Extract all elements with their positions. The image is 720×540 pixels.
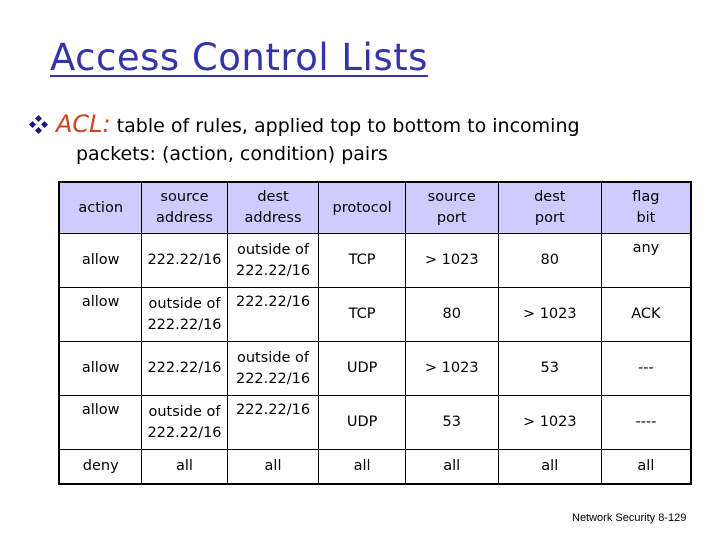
cell-dest-port: > 1023 bbox=[497, 395, 602, 450]
cell-action: deny bbox=[58, 449, 143, 484]
cell-action: allow bbox=[58, 233, 143, 288]
cell-protocol: UDP bbox=[318, 341, 406, 396]
cell-flag-bit: ACK bbox=[600, 287, 692, 342]
cell-source-address: outside of 222.22/16 bbox=[141, 287, 228, 342]
cell-dest-port: all bbox=[497, 449, 602, 484]
cell-action: allow bbox=[58, 395, 143, 450]
cell-dest-address: all bbox=[226, 449, 320, 484]
cell-protocol: UDP bbox=[318, 395, 406, 450]
cell-source-address: all bbox=[141, 449, 228, 484]
cell-source-port: 53 bbox=[404, 395, 499, 450]
table-row: allow outside of 222.22/16 222.22/16 TCP … bbox=[58, 287, 692, 342]
column-header-source-address: source address bbox=[141, 181, 228, 234]
cell-source-port: all bbox=[404, 449, 499, 484]
bullet-text-line1: table of rules, applied top to bottom to… bbox=[110, 115, 580, 137]
cell-source-address: 222.22/16 bbox=[141, 341, 228, 396]
cell-dest-address: outside of 222.22/16 bbox=[226, 341, 320, 396]
cell-dest-port: > 1023 bbox=[497, 287, 602, 342]
column-header-dest-address: dest address bbox=[226, 181, 320, 234]
cell-dest-port: 80 bbox=[497, 233, 602, 288]
cell-action: allow bbox=[58, 341, 143, 396]
slide-footer: Network Security 8-129 bbox=[572, 512, 687, 524]
bullet-text-line2: packets: (action, condition) pairs bbox=[76, 143, 388, 165]
table-header-row: action source address dest address protoco… bbox=[58, 181, 692, 234]
cell-action: allow bbox=[58, 287, 143, 342]
cell-dest-address: outside of 222.22/16 bbox=[226, 233, 320, 288]
cell-protocol: TCP bbox=[318, 233, 406, 288]
acl-term: ACL: bbox=[56, 110, 111, 138]
cell-dest-address: 222.22/16 bbox=[226, 395, 320, 450]
column-header-dest-port: dest port bbox=[497, 181, 602, 234]
table-row: allow 222.22/16 outside of 222.22/16 TCP … bbox=[58, 233, 692, 288]
cell-flag-bit: all bbox=[600, 449, 692, 484]
cell-flag-bit: --- bbox=[600, 341, 692, 396]
cell-flag-bit: ---- bbox=[600, 395, 692, 450]
bullet-point: ACL: table of rules, applied top to bott… bbox=[28, 110, 680, 168]
table-row: allow outside of 222.22/16 222.22/16 UDP … bbox=[58, 395, 692, 450]
cell-dest-port: 53 bbox=[497, 341, 602, 396]
diamond-bullet-icon bbox=[28, 114, 49, 134]
column-header-protocol: protocol bbox=[318, 181, 406, 234]
cell-source-port: > 1023 bbox=[404, 341, 499, 396]
cell-source-address: 222.22/16 bbox=[141, 233, 228, 288]
cell-protocol: TCP bbox=[318, 287, 406, 342]
cell-flag-bit: any bbox=[600, 233, 692, 288]
column-header-action: action bbox=[58, 181, 143, 234]
cell-protocol: all bbox=[318, 449, 406, 484]
cell-source-address: outside of 222.22/16 bbox=[141, 395, 228, 450]
slide-title: Access Control Lists bbox=[50, 36, 428, 79]
acl-table: action source address dest address protoco… bbox=[58, 181, 692, 485]
cell-source-port: > 1023 bbox=[404, 233, 499, 288]
cell-dest-address: 222.22/16 bbox=[226, 287, 320, 342]
table-row: deny all all all all all all bbox=[58, 449, 692, 484]
column-header-source-port: source port bbox=[404, 181, 499, 234]
column-header-flag-bit: flag bit bbox=[600, 181, 692, 234]
cell-source-port: 80 bbox=[404, 287, 499, 342]
table-row: allow 222.22/16 outside of 222.22/16 UDP … bbox=[58, 341, 692, 396]
